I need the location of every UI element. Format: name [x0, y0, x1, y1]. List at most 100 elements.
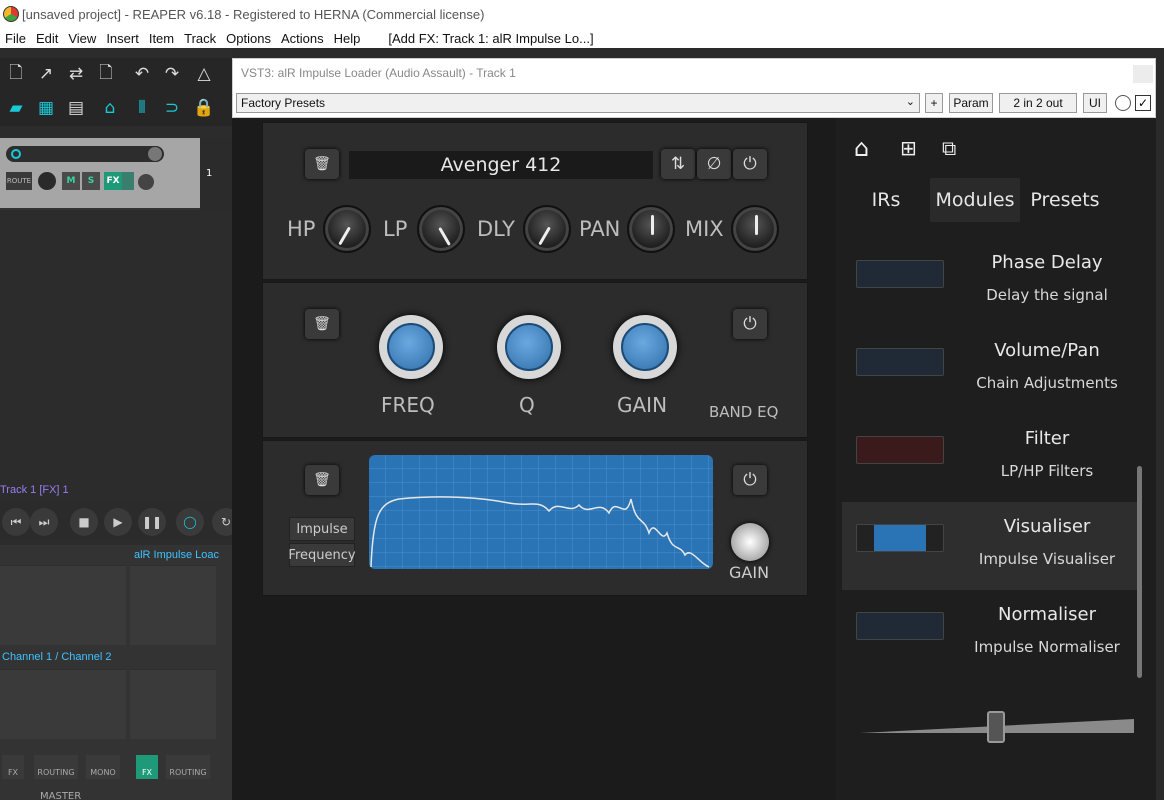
loop-icon[interactable]: ⊃ — [158, 94, 186, 122]
pan-knob[interactable] — [627, 205, 675, 253]
module-desc: Impulse Normaliser — [974, 638, 1120, 656]
tab-modules[interactable]: Modules — [930, 178, 1020, 222]
phase-invert-icon[interactable]: ∅ — [697, 149, 731, 179]
undo-icon[interactable]: ↶ — [128, 60, 156, 88]
band-eq-label: BAND EQ — [709, 403, 779, 421]
vis-power-icon[interactable]: ⏻ — [733, 465, 767, 495]
swap-icon[interactable]: ⇅ — [661, 149, 695, 179]
delete-vis-button[interactable]: 🗑 — [305, 465, 339, 495]
enable-checkbox[interactable]: ✓ — [1135, 95, 1151, 111]
new-project-icon[interactable]: 🗋 — [2, 60, 30, 88]
fx-button[interactable]: FX — [104, 172, 122, 190]
power-icon[interactable]: ⏻ — [733, 149, 767, 179]
project-settings-icon[interactable]: 🗋 — [92, 60, 120, 88]
menu-edit[interactable]: Edit — [31, 31, 63, 46]
menu-actions[interactable]: Actions — [276, 31, 329, 46]
export-icon[interactable]: ⧉ — [942, 136, 956, 160]
add-fx-menu[interactable]: [Add FX: Track 1: alR Impulse Lo...] — [383, 31, 598, 46]
window-title: [unsaved project] - REAPER v6.18 - Regis… — [22, 6, 485, 22]
preset-value: Factory Presets — [241, 96, 326, 110]
ui-button[interactable]: UI — [1083, 93, 1107, 113]
ripple-icon[interactable]: ▤ — [62, 94, 90, 122]
impulse-toggle[interactable]: Impulse — [289, 517, 355, 541]
module-item[interactable]: Normaliser Impulse Normaliser — [842, 590, 1138, 678]
module-desc: Impulse Visualiser — [978, 550, 1116, 568]
play-icon[interactable]: ▶ — [104, 508, 132, 536]
home-icon[interactable]: ⌂ — [854, 134, 869, 162]
module-desc: LP/HP Filters — [1000, 462, 1094, 480]
menu-item[interactable]: Item — [144, 31, 179, 46]
modules-scrollbar[interactable] — [1137, 466, 1142, 678]
frequency-toggle[interactable]: Frequency — [288, 543, 356, 567]
track-routing-button[interactable]: ROUTING — [166, 755, 210, 779]
volume-knob-icon — [148, 147, 162, 161]
metronome-icon[interactable]: △ — [190, 60, 218, 88]
track-fx-mixer-button[interactable]: FX — [136, 755, 158, 779]
master-routing-button[interactable]: ROUTING — [34, 755, 78, 779]
pan-knob-icon[interactable] — [38, 172, 56, 190]
menu-options[interactable]: Options — [221, 31, 276, 46]
delete-eq-button[interactable]: 🗑 — [305, 309, 339, 339]
tab-presets[interactable]: Presets — [1020, 178, 1110, 222]
master-mono-button[interactable]: MONO — [86, 755, 120, 779]
vis-gain-knob[interactable] — [731, 523, 769, 561]
locking-icon[interactable]: ⦀ — [128, 94, 156, 122]
fx-bypass-button[interactable] — [122, 172, 134, 190]
menu-view[interactable]: View — [63, 31, 101, 46]
module-item-selected[interactable]: Visualiser Impulse Visualiser — [842, 502, 1138, 590]
io-button[interactable]: 2 in 2 out — [999, 93, 1077, 113]
gain-knob[interactable] — [613, 315, 677, 379]
tab-irs[interactable]: IRs — [842, 178, 930, 222]
vst-window-title: VST3: alR Impulse Loader (Audio Assault)… — [241, 66, 516, 80]
lp-knob[interactable] — [417, 205, 465, 253]
save-project-icon[interactable]: ⇄ — [62, 60, 90, 88]
main-toolbar: 🗋 ↗ ⇄ 🗋 ↶ ↷ △ ▰ ▦ ▤ ⌂ ⦀ ⊃ 🔒 — [0, 58, 232, 126]
envelope-icon[interactable]: ⌂ — [96, 94, 124, 122]
module-thumbnail — [856, 524, 944, 552]
module-item[interactable]: Phase Delay Delay the signal — [842, 238, 1138, 326]
wet-knob-icon[interactable] — [1115, 95, 1131, 111]
stop-icon[interactable]: ■ — [70, 508, 98, 536]
mixer-fx-slot[interactable]: alR Impulse Loac — [134, 549, 219, 561]
visualiser-module: 🗑 Impulse Frequency ⏻ GAIN — [262, 440, 808, 596]
delete-ir-button[interactable]: 🗑 — [305, 149, 339, 179]
pause-icon[interactable]: ❚❚ — [138, 508, 166, 536]
transport-track-title: Track 1 [FX] 1 — [0, 484, 69, 496]
mix-knob[interactable] — [731, 205, 779, 253]
q-knob[interactable] — [497, 315, 561, 379]
menu-help[interactable]: Help — [329, 31, 366, 46]
route-button[interactable]: ROUTE — [6, 172, 32, 190]
go-start-icon[interactable]: ⏮ — [2, 508, 30, 536]
module-item[interactable]: Filter LP/HP Filters — [842, 414, 1138, 502]
master-fx-button[interactable]: FX — [2, 755, 24, 779]
param-button[interactable]: Param — [949, 93, 993, 113]
ir-name[interactable]: Avenger 412 — [349, 151, 653, 179]
lock-icon[interactable]: 🔒 — [190, 94, 218, 122]
module-item[interactable]: Volume/Pan Chain Adjustments — [842, 326, 1138, 414]
record-icon[interactable]: ◯ — [176, 508, 204, 536]
redo-icon[interactable]: ↷ — [158, 60, 186, 88]
size-slider-thumb[interactable] — [987, 711, 1005, 743]
eq-power-icon[interactable]: ⏻ — [733, 309, 767, 339]
snap-icon[interactable]: ▦ — [32, 94, 60, 122]
grid-icon[interactable]: ▰ — [2, 94, 30, 122]
close-icon[interactable] — [1133, 65, 1153, 83]
mute-button[interactable]: M — [62, 172, 80, 190]
go-end-icon[interactable]: ⏭ — [30, 508, 58, 536]
module-name: Volume/Pan — [994, 340, 1100, 361]
solo-button[interactable]: S — [82, 172, 100, 190]
track-header[interactable]: ROUTE M S FX — [0, 138, 232, 210]
track-name-field[interactable] — [6, 146, 164, 162]
add-preset-button[interactable]: + — [925, 93, 943, 113]
env-icon[interactable] — [138, 174, 154, 190]
menu-insert[interactable]: Insert — [101, 31, 144, 46]
menu-track[interactable]: Track — [179, 31, 221, 46]
open-project-icon[interactable]: ↗ — [32, 60, 60, 88]
menu-file[interactable]: File — [0, 31, 31, 46]
dly-knob[interactable] — [523, 205, 571, 253]
q-label: Q — [519, 393, 535, 417]
add-folder-icon[interactable]: ⊞ — [900, 136, 917, 160]
hp-knob[interactable] — [323, 205, 371, 253]
preset-dropdown[interactable]: Factory Presets ⌄ — [236, 93, 920, 113]
freq-knob[interactable] — [379, 315, 443, 379]
